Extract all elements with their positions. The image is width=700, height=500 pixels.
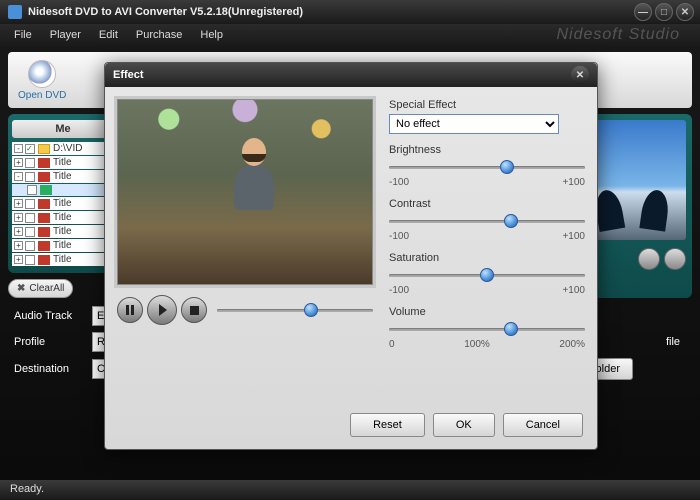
volume-label: Volume: [389, 306, 585, 318]
profile-label: Profile: [14, 336, 92, 348]
contrast-label: Contrast: [389, 198, 585, 210]
statusbar: Ready.: [0, 480, 700, 500]
menu-purchase[interactable]: Purchase: [136, 29, 182, 41]
play-button[interactable]: [147, 295, 177, 325]
title-icon: [38, 199, 50, 209]
checkbox[interactable]: [25, 227, 35, 237]
menu-help[interactable]: Help: [200, 29, 223, 41]
maximize-button[interactable]: □: [655, 3, 673, 21]
tree-label: Title: [53, 198, 72, 209]
dialog-title: Effect: [113, 69, 144, 81]
folder-icon: [38, 144, 50, 154]
expand-icon[interactable]: +: [14, 227, 23, 236]
file-text: file: [666, 336, 680, 348]
tree-panel: Me - D:\VID + Title - Title + Title + Title + Title…: [8, 114, 118, 298]
tree-row[interactable]: + Title: [12, 225, 114, 238]
destination-label: Destination: [14, 363, 92, 375]
title-icon: [38, 213, 50, 223]
checkbox[interactable]: [25, 255, 35, 265]
tree-header: Me: [12, 120, 114, 138]
tree-label: Title: [53, 171, 72, 182]
menu-file[interactable]: File: [14, 29, 32, 41]
checkbox[interactable]: [25, 172, 35, 182]
title-icon: [38, 255, 50, 265]
expand-icon[interactable]: +: [14, 213, 23, 222]
saturation-label: Saturation: [389, 252, 585, 264]
tree-row[interactable]: + Title: [12, 239, 114, 252]
volume-slider[interactable]: [389, 321, 585, 337]
contrast-slider[interactable]: [389, 213, 585, 229]
x-icon: ✖: [17, 283, 25, 294]
brand-text: Nidesoft Studio: [556, 26, 680, 44]
checkbox[interactable]: [25, 241, 35, 251]
expand-icon[interactable]: +: [14, 255, 23, 264]
checkbox[interactable]: [25, 158, 35, 168]
title-icon: [38, 172, 50, 182]
saturation-slider[interactable]: [389, 267, 585, 283]
expand-icon[interactable]: +: [14, 199, 23, 208]
tree-label: Title: [53, 240, 72, 251]
video-preview: [117, 99, 373, 285]
expand-icon[interactable]: -: [14, 144, 23, 153]
window-title: Nidesoft DVD to AVI Converter V5.2.18(Un…: [28, 6, 303, 18]
special-effect-select[interactable]: No effect: [389, 114, 559, 134]
tree-label: Title: [53, 226, 72, 237]
special-effect-label: Special Effect: [389, 99, 585, 111]
brightness-label: Brightness: [389, 144, 585, 156]
tree-row[interactable]: + Title: [12, 253, 114, 266]
tree-row[interactable]: - D:\VID: [12, 142, 114, 155]
menu-edit[interactable]: Edit: [99, 29, 118, 41]
expand-icon[interactable]: +: [14, 241, 23, 250]
tree-row[interactable]: [12, 184, 114, 196]
dialog-titlebar: Effect ✕: [105, 63, 597, 87]
minimize-button[interactable]: —: [634, 3, 652, 21]
stop-button[interactable]: [181, 297, 207, 323]
open-dvd-label: Open DVD: [18, 90, 66, 101]
tree-label: Title: [53, 157, 72, 168]
disc-icon: [28, 60, 56, 88]
snapshot-button[interactable]: [638, 248, 660, 270]
dialog-close-button[interactable]: ✕: [571, 66, 589, 84]
ok-button[interactable]: OK: [433, 413, 495, 437]
app-window: Nidesoft DVD to AVI Converter V5.2.18(Un…: [0, 0, 700, 500]
title-icon: [38, 241, 50, 251]
clear-all-button[interactable]: ✖ ClearAll: [8, 279, 73, 298]
menu-player[interactable]: Player: [50, 29, 81, 41]
tree-row[interactable]: - Title: [12, 170, 114, 183]
brightness-slider[interactable]: [389, 159, 585, 175]
checkbox[interactable]: [25, 144, 35, 154]
title-icon: [38, 227, 50, 237]
clear-all-label: ClearAll: [29, 283, 64, 294]
tree-label: Title: [53, 254, 72, 265]
reset-button[interactable]: Reset: [350, 413, 425, 437]
title-icon: [38, 158, 50, 168]
tree-row[interactable]: + Title: [12, 156, 114, 169]
expand-icon[interactable]: +: [14, 158, 23, 167]
seek-slider[interactable]: [217, 302, 373, 318]
app-icon: [8, 5, 22, 19]
audio-track-label: Audio Track: [14, 310, 92, 322]
effect-dialog: Effect ✕ Special Effect: [104, 62, 598, 450]
fullscreen-button[interactable]: [664, 248, 686, 270]
checkbox[interactable]: [25, 199, 35, 209]
titlebar: Nidesoft DVD to AVI Converter V5.2.18(Un…: [0, 0, 700, 24]
tree-label: Title: [53, 212, 72, 223]
open-dvd-button[interactable]: Open DVD: [18, 60, 66, 101]
cancel-button[interactable]: Cancel: [503, 413, 583, 437]
checkbox[interactable]: [27, 185, 37, 195]
checkbox[interactable]: [25, 213, 35, 223]
tree-label: D:\VID: [53, 143, 82, 154]
expand-icon[interactable]: -: [14, 172, 23, 181]
pause-button[interactable]: [117, 297, 143, 323]
tree-row[interactable]: + Title: [12, 197, 114, 210]
tree-row[interactable]: + Title: [12, 211, 114, 224]
close-button[interactable]: ✕: [676, 3, 694, 21]
chapter-icon: [40, 185, 52, 195]
